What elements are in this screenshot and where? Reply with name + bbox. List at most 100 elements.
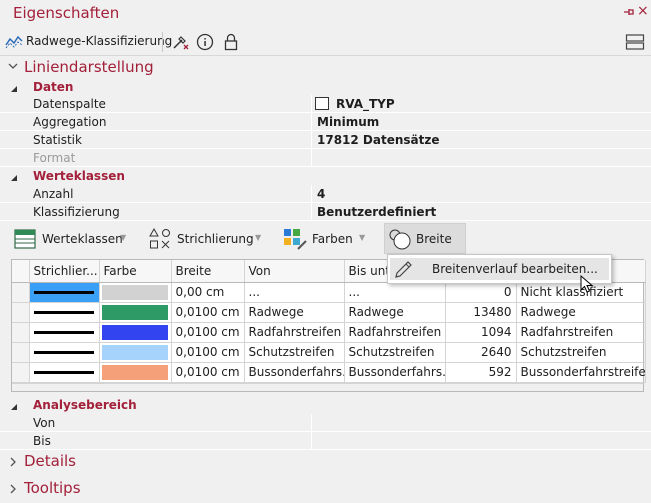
lock-icon[interactable] (221, 32, 241, 52)
von-cell[interactable]: Radfahrstreifen (244, 322, 345, 343)
width-cell[interactable]: 0,0100 cm (171, 362, 245, 383)
table-row[interactable]: 0,0100 cm Schutzstreifen Schutzstreifen … (12, 342, 646, 363)
column-divider (311, 131, 312, 149)
layer-name: Radwege-Klassifizierung (26, 34, 173, 48)
chevron-right-icon[interactable] (8, 456, 18, 470)
column-header-von[interactable]: Von (244, 260, 345, 283)
group-analysebereich-header[interactable]: Analysebereich (0, 396, 651, 414)
count-cell: 2640 (445, 342, 517, 363)
table-row[interactable]: 0,0100 cm Radwege Radwege 13480 Radwege (12, 302, 646, 323)
close-icon[interactable]: × (637, 3, 649, 19)
row-selector[interactable] (12, 362, 30, 383)
property-row[interactable]: Aggregation Minimum (0, 113, 651, 131)
color-swatch (100, 303, 169, 321)
breite-button[interactable]: Breite (384, 223, 466, 254)
count-cell: 592 (445, 362, 517, 383)
table-classes-icon (14, 229, 36, 252)
label-cell[interactable]: Bussonderfahrstreifen (516, 362, 646, 383)
width-cell[interactable]: 0,00 cm (171, 282, 245, 303)
pin-icon[interactable] (623, 6, 635, 21)
collapse-triangle-icon[interactable] (10, 400, 18, 414)
info-icon[interactable] (195, 32, 215, 52)
row-selector[interactable] (12, 322, 30, 343)
label-cell[interactable]: Schutzstreifen (516, 342, 646, 363)
property-row: Format (0, 149, 651, 167)
table-row[interactable]: 0,0100 cm Radfahrstreifen Radfahrstreife… (12, 322, 646, 343)
row-selector[interactable] (12, 302, 30, 323)
column-divider (311, 95, 312, 113)
width-cell[interactable]: 0,0100 cm (171, 302, 245, 323)
property-name: Klassifizierung (33, 205, 120, 219)
title-bar: Eigenschaften × (0, 0, 651, 28)
group-daten-header[interactable]: Daten (0, 78, 651, 96)
layer-toolbar: Radwege-Klassifizierung (0, 28, 651, 56)
von-cell[interactable]: Radwege (244, 302, 345, 323)
menu-item-breitenverlauf[interactable]: Breitenverlauf bearbeiten... (390, 258, 609, 280)
chevron-down-icon[interactable] (8, 60, 18, 74)
line-style-cell[interactable] (29, 302, 100, 323)
property-value: 4 (317, 187, 326, 201)
row-selector-header (12, 260, 30, 283)
bis-cell[interactable]: Schutzstreifen (344, 342, 446, 363)
style-tool-icon[interactable] (170, 32, 190, 52)
property-row[interactable]: Anzahl 4 (0, 185, 651, 203)
property-value: 17812 Datensätze (317, 133, 440, 147)
line-style-cell[interactable] (29, 322, 100, 343)
row-selector[interactable] (12, 282, 30, 303)
property-row[interactable]: Datenspalte RVA_TYP (0, 95, 651, 113)
table-row[interactable]: 0,0100 cm Bussonderfahrs... Bussonderfah… (12, 362, 646, 383)
collapse-triangle-icon[interactable] (10, 171, 18, 185)
bis-cell[interactable]: Radfahrstreifen (344, 322, 446, 343)
properties-panel: Eigenschaften × Radwege-Klassifizierung … (0, 0, 651, 503)
group-werteklassen-header[interactable]: Werteklassen (0, 167, 651, 185)
property-value: Minimum (317, 115, 380, 129)
width-cell[interactable]: 0,0100 cm (171, 322, 245, 343)
color-swatch (100, 283, 169, 301)
bis-cell[interactable]: Radwege (344, 302, 446, 323)
property-row[interactable]: Bis (0, 432, 651, 450)
property-value: RVA_TYP (336, 97, 395, 111)
property-row[interactable]: Klassifizierung Benutzerdefiniert (0, 203, 651, 221)
bis-cell[interactable]: Bussonderfahrs... (344, 362, 446, 383)
label-cell[interactable]: Radwege (516, 302, 646, 323)
color-cell[interactable] (99, 322, 172, 343)
bis-cell[interactable]: ... (344, 282, 446, 303)
label-cell[interactable]: Radfahrstreifen (516, 322, 646, 343)
collapse-triangle-icon[interactable] (10, 82, 18, 96)
farben-button[interactable]: Farben ▼ (280, 225, 380, 253)
property-row[interactable]: Von (0, 414, 651, 432)
line-style-cell[interactable] (29, 362, 100, 383)
section-details[interactable]: Details (24, 452, 76, 470)
property-row[interactable]: Statistik 17812 Datensätze (0, 131, 651, 149)
line-swatch (33, 350, 94, 354)
property-name: Bis (33, 434, 51, 448)
shapes-icon (148, 227, 172, 254)
line-style-cell[interactable] (29, 342, 100, 363)
line-style-cell[interactable] (29, 282, 100, 303)
column-header-breite[interactable]: Breite (171, 260, 245, 283)
color-cell[interactable] (99, 282, 172, 303)
property-value: Benutzerdefiniert (317, 205, 437, 219)
section-liniendarstellung[interactable]: Liniendarstellung (24, 58, 154, 76)
werteklassen-button[interactable]: Werteklassen ▼ (8, 225, 133, 253)
toolbar-divider (162, 32, 163, 52)
color-cell[interactable] (99, 342, 172, 363)
color-cell[interactable] (99, 302, 172, 323)
group-daten-label: Daten (33, 80, 74, 94)
von-cell[interactable]: ... (244, 282, 345, 303)
dropdown-arrow-icon: ▼ (359, 233, 366, 242)
width-cell[interactable]: 0,0100 cm (171, 342, 245, 363)
color-cell[interactable] (99, 362, 172, 383)
von-cell[interactable]: Bussonderfahrs... (244, 362, 345, 383)
section-tooltips[interactable]: Tooltips (24, 479, 81, 497)
von-cell[interactable]: Schutzstreifen (244, 342, 345, 363)
column-header-farbe[interactable]: Farbe (99, 260, 172, 283)
layout-menu-icon[interactable] (624, 32, 646, 52)
property-name: Von (33, 416, 56, 430)
column-header-strichlierung[interactable]: Strichlier... (29, 260, 100, 283)
property-name: Datenspalte (33, 97, 106, 111)
strichlierung-button[interactable]: Strichlierung ▼ (143, 225, 268, 253)
table-row[interactable]: 0,00 cm ... ... 0 Nicht klassifiziert (12, 282, 646, 303)
chevron-right-icon[interactable] (8, 483, 18, 497)
row-selector[interactable] (12, 342, 30, 363)
